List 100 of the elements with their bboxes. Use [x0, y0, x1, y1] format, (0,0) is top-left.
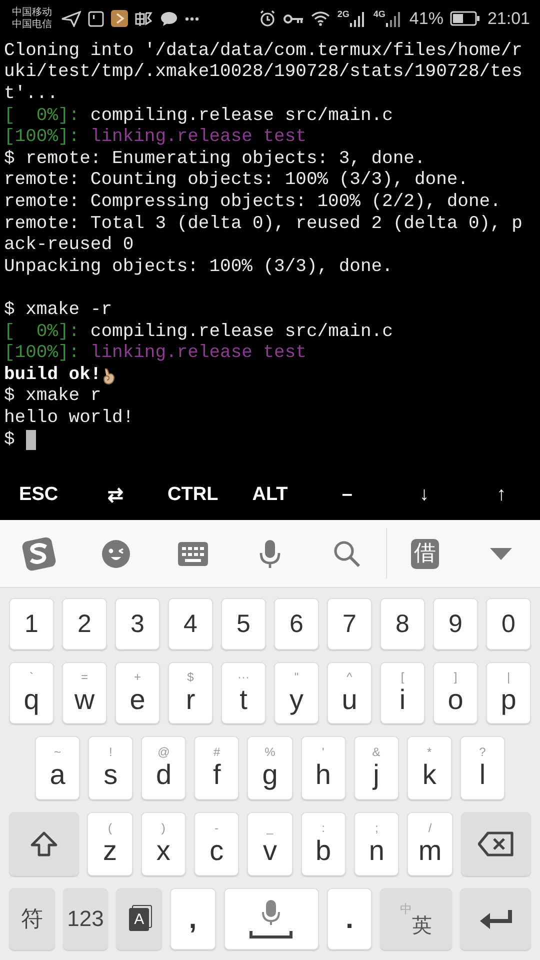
- key[interactable]: 2: [62, 598, 107, 650]
- key[interactable]: = w: [62, 662, 107, 724]
- key[interactable]: 0: [486, 598, 531, 650]
- key[interactable]: + e: [115, 662, 160, 724]
- extra-key[interactable]: ⇄: [108, 483, 124, 508]
- key[interactable]: / m: [407, 812, 453, 876]
- terminal-text: uki/test/tmp/.xmake10028/190728/stats/190728/tes: [4, 62, 522, 84]
- key[interactable]: [ i: [380, 662, 425, 724]
- terminal-text: compiling.release src/main.c: [89, 106, 393, 128]
- terminal-text: ack-reused 0: [4, 235, 134, 257]
- network-type: 2G: [337, 9, 350, 19]
- terminal-text: compiling.release src/main.c: [89, 322, 393, 344]
- key[interactable]: % g: [247, 736, 293, 800]
- key[interactable]: " y: [274, 662, 319, 724]
- enter-icon: [478, 908, 513, 930]
- send-icon: [61, 10, 81, 27]
- key[interactable]: ; n: [354, 812, 400, 876]
- key[interactable]: 6: [274, 598, 319, 650]
- app-icon: [111, 10, 128, 28]
- key[interactable]: 8: [380, 598, 425, 650]
- key[interactable]: .: [326, 888, 372, 950]
- key[interactable]: 符: [9, 888, 55, 950]
- emoji-icon[interactable]: [100, 538, 131, 569]
- terminal-text: $ xmake -r: [4, 300, 112, 322]
- key[interactable]: 123: [62, 888, 108, 950]
- key[interactable]: ! s: [88, 736, 134, 800]
- signal-icon: [386, 10, 402, 27]
- terminal-text: remote: Counting objects: 100% (3/3), done.: [4, 170, 468, 192]
- shift-icon: [30, 831, 58, 858]
- key[interactable]: 9: [433, 598, 478, 650]
- terminal-text: [ 0%]:: [4, 322, 80, 344]
- extra-key[interactable]: –: [342, 484, 352, 506]
- terminal-text: build ok!: [4, 364, 102, 386]
- dropdown-icon[interactable]: [490, 548, 512, 560]
- search-icon[interactable]: [333, 540, 362, 568]
- terminal-text: [ 0%]:: [4, 106, 80, 128]
- clock: 21:01: [487, 8, 530, 29]
- key[interactable]: 7: [327, 598, 372, 650]
- backspace-key[interactable]: [460, 812, 532, 876]
- terminal-text: [100%]:: [4, 127, 80, 149]
- key[interactable]: ` q: [9, 662, 54, 724]
- key[interactable]: ? l: [460, 736, 505, 800]
- key[interactable]: : b: [300, 812, 346, 876]
- extra-key[interactable]: ↑: [496, 484, 506, 506]
- key[interactable]: 1: [9, 598, 54, 650]
- key[interactable]: # f: [194, 736, 240, 800]
- key[interactable]: | p: [486, 662, 531, 724]
- alarm-icon: [259, 10, 276, 28]
- carrier-name: 中国电信: [12, 18, 52, 31]
- key[interactable]: ) x: [140, 812, 186, 876]
- key[interactable]: 5: [221, 598, 266, 650]
- key[interactable]: $ r: [168, 662, 213, 724]
- terminal-text: $ xmake r: [4, 386, 102, 408]
- key[interactable]: ] o: [433, 662, 478, 724]
- enter-key[interactable]: [460, 888, 531, 950]
- character-button[interactable]: 借: [410, 538, 439, 569]
- shift-key[interactable]: [9, 812, 80, 876]
- wifi-icon: [311, 11, 330, 26]
- key[interactable]: ' h: [300, 736, 346, 800]
- key[interactable]: - c: [194, 812, 240, 876]
- key[interactable]: & j: [354, 736, 399, 800]
- battery-icon: [450, 11, 480, 26]
- carrier-name: 中国移动: [12, 6, 52, 18]
- key[interactable]: A: [116, 888, 162, 950]
- terminal-text: hello world!: [4, 408, 134, 430]
- terminal-text: linking.release test: [89, 127, 306, 149]
- square-icon: [88, 10, 104, 27]
- terminal-text: Cloning into '/data/data/com.termux/files/home/r: [4, 40, 522, 62]
- chat-icon: [160, 10, 178, 27]
- more-icon: [185, 16, 199, 21]
- terminal-text: remote: Compressing objects: 100% (2/2), done.: [4, 192, 501, 214]
- key[interactable]: ^ u: [327, 662, 372, 724]
- extra-key[interactable]: ESC: [19, 484, 58, 506]
- key[interactable]: @ d: [141, 736, 186, 800]
- keyboard-icon[interactable]: [178, 542, 208, 566]
- microphone-space-icon: [249, 899, 294, 940]
- terminal-text: Unpacking objects: 100% (3/3), done.: [4, 256, 393, 278]
- key[interactable]: ~ a: [35, 736, 80, 800]
- space-key[interactable]: [224, 888, 319, 950]
- key[interactable]: 3: [115, 598, 160, 650]
- key[interactable]: ( z: [87, 812, 133, 876]
- terminal-text: $: [4, 430, 16, 452]
- key[interactable]: 4: [168, 598, 213, 650]
- extra-key[interactable]: CTRL: [168, 484, 218, 506]
- key[interactable]: * k: [406, 736, 452, 800]
- terminal-text: [100%]:: [4, 343, 80, 365]
- key[interactable]: ··· t: [221, 662, 266, 724]
- battery-percent: 41%: [409, 8, 444, 29]
- terminal-text: $ remote: Enumerating objects: 3, done.: [4, 148, 426, 170]
- extra-key[interactable]: ALT: [252, 484, 288, 506]
- extra-key[interactable]: ↓: [420, 484, 430, 506]
- network-type: 4G: [373, 9, 386, 19]
- terminal-text: remote: Total 3 (delta 0), reused 2 (delta 0), p: [4, 214, 522, 236]
- backspace-icon: [478, 831, 514, 858]
- key-icon: [283, 12, 304, 25]
- key[interactable]: ,: [170, 888, 216, 950]
- microphone-icon[interactable]: [258, 538, 282, 569]
- key[interactable]: _ v: [247, 812, 293, 876]
- signal-icon: [350, 10, 366, 27]
- terminal-text: linking.release test: [89, 343, 306, 365]
